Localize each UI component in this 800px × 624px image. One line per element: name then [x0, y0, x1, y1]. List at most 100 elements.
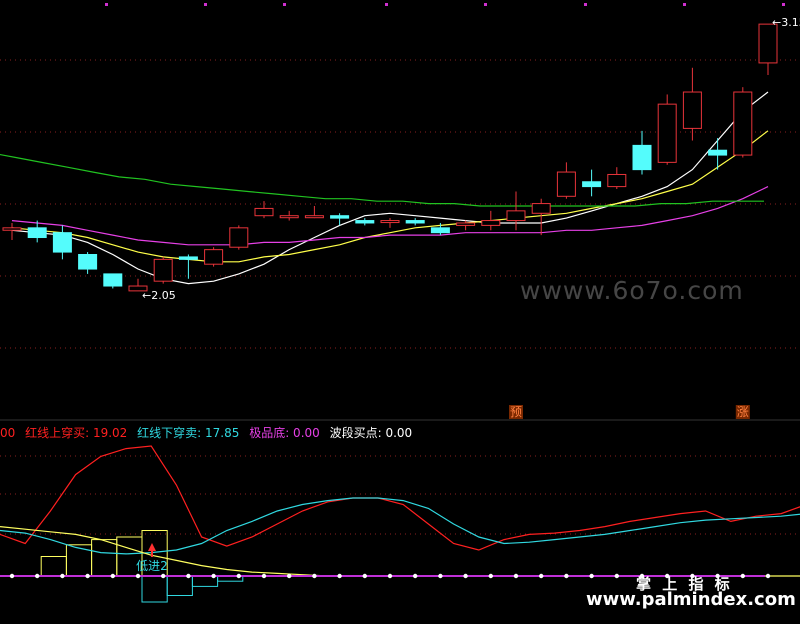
- candle-body-up: [758, 23, 778, 64]
- indicator-baseline-dot: [35, 573, 40, 579]
- candle-body-up: [506, 210, 526, 222]
- candle-body-up: [2, 227, 22, 231]
- indicator-baseline-dot: [513, 573, 519, 579]
- indicator-cyan-bar: [166, 575, 193, 596]
- candlestick: [758, 23, 778, 76]
- candle-body-up: [279, 215, 299, 219]
- indicator-baseline-dot: [362, 573, 367, 579]
- indicator-baseline-dot: [765, 573, 771, 579]
- indicator-baseline-dot: [387, 573, 393, 579]
- candle-body-down: [405, 220, 425, 224]
- candle-body-up: [204, 249, 224, 265]
- candlestick: [708, 138, 728, 170]
- legend-item-red-cross-sell: 红线下穿卖: 17.85: [137, 426, 240, 440]
- candlestick: [607, 167, 627, 190]
- candle-body-up: [153, 258, 173, 282]
- candle-body-down: [582, 181, 602, 188]
- candlestick: [481, 210, 501, 231]
- candle-body-up: [657, 103, 677, 163]
- top-marker-dots: [105, 3, 785, 6]
- indicator-baseline-dot: [261, 573, 267, 579]
- candle-body-down: [103, 273, 123, 287]
- indicator-legend: 00 红线上穿买: 19.02 红线下穿卖: 17.85 极品底: 0.00 波…: [0, 424, 418, 440]
- legend-item-wave-buy: 波段买点: 0.00: [329, 426, 413, 440]
- legend-item-prev: 00: [0, 426, 16, 440]
- candlestick: [279, 210, 299, 221]
- indicator-baseline-dot: [337, 573, 342, 579]
- candlestick: [657, 94, 677, 165]
- candlestick: [153, 256, 173, 284]
- candle-body-down: [52, 232, 72, 253]
- candlestick: [582, 169, 602, 197]
- top-marker-dot: [385, 3, 388, 6]
- indicator-baseline-dot: [463, 573, 468, 579]
- candle-body-down: [27, 227, 47, 239]
- indicator-baseline-dot: [589, 573, 594, 579]
- indicator-baseline-dot: [60, 573, 65, 579]
- candlestick: [405, 218, 425, 226]
- candlestick: [78, 252, 98, 274]
- top-marker-dot: [782, 3, 785, 6]
- candlestick: [733, 87, 753, 158]
- watermark-6o7o: wwww.6o7o.com: [520, 276, 744, 305]
- top-marker-dot: [683, 3, 686, 6]
- candlestick: [204, 247, 224, 267]
- candle-body-down: [632, 144, 652, 171]
- candle-body-up: [229, 227, 249, 248]
- candle-body-down: [78, 254, 98, 270]
- indicator-baseline-dot: [740, 573, 745, 579]
- indicator-yellow-box: [40, 556, 67, 577]
- candlesticks: [2, 23, 778, 292]
- candlestick: [682, 67, 702, 141]
- price-annotation-label: ←2.05: [142, 289, 176, 302]
- indicator-baseline-dot: [287, 573, 292, 579]
- moving-average-line-2: [11, 130, 769, 263]
- indicator-baseline-dot: [413, 573, 418, 579]
- chart-canvas: ←2.05←3.15 预涨 低进2: [0, 3, 800, 603]
- candle-body-up: [254, 207, 274, 217]
- indicator-baseline-dot: [236, 573, 241, 579]
- indicator-baseline-dot: [438, 573, 443, 579]
- candle-body-up: [733, 91, 753, 156]
- candle-body-down: [355, 220, 375, 224]
- watermark-palmindex: www.palmindex.com: [586, 589, 796, 610]
- candle-body-up: [682, 91, 702, 129]
- indicator-baseline-dot: [488, 573, 493, 579]
- candle-body-down: [708, 149, 728, 156]
- signal-marker-label: 涨: [737, 404, 749, 419]
- candlestick: [52, 225, 72, 260]
- indicator-baseline-dot: [564, 573, 569, 579]
- indicator-baseline-dot: [211, 573, 216, 579]
- candlestick: [531, 198, 551, 236]
- signal-markers: 预涨: [509, 404, 750, 419]
- top-marker-dot: [484, 3, 487, 6]
- indicator-baseline-dot: [161, 573, 166, 579]
- candle-body-down: [330, 215, 350, 219]
- legend-item-best-bottom: 极品底: 0.00: [249, 426, 320, 440]
- buy-signal-arrow: [148, 543, 156, 551]
- candlestick: [304, 206, 324, 219]
- legend-item-red-cross-buy: 红线上穿买: 19.02: [25, 426, 128, 440]
- candle-body-up: [531, 203, 551, 214]
- candlestick: [355, 218, 375, 226]
- signal-marker-label: 预: [510, 405, 522, 419]
- candlestick: [380, 218, 400, 228]
- candle-body-down: [430, 227, 450, 234]
- indicator-baseline-dot: [312, 573, 317, 579]
- indicator-baseline-dot: [110, 573, 116, 579]
- candle-body-up: [304, 215, 324, 219]
- candlestick: [178, 254, 198, 279]
- indicator-cyan-bars: [141, 575, 244, 603]
- indicator-lines: [0, 445, 800, 577]
- indicator-baseline-dot: [9, 573, 15, 579]
- candlestick: [229, 225, 249, 250]
- indicator-yellow-box: [91, 539, 118, 577]
- signal-marker: 预: [509, 405, 523, 419]
- indicator-cyan-bar: [141, 575, 168, 603]
- candle-body-up: [380, 220, 400, 224]
- indicator-baseline-dot: [186, 573, 191, 579]
- candle-body-up: [607, 173, 627, 188]
- buy-signal-arrow-stem: [151, 550, 153, 557]
- candlestick: [632, 130, 652, 175]
- price-annotation-label: ←3.15: [772, 16, 800, 29]
